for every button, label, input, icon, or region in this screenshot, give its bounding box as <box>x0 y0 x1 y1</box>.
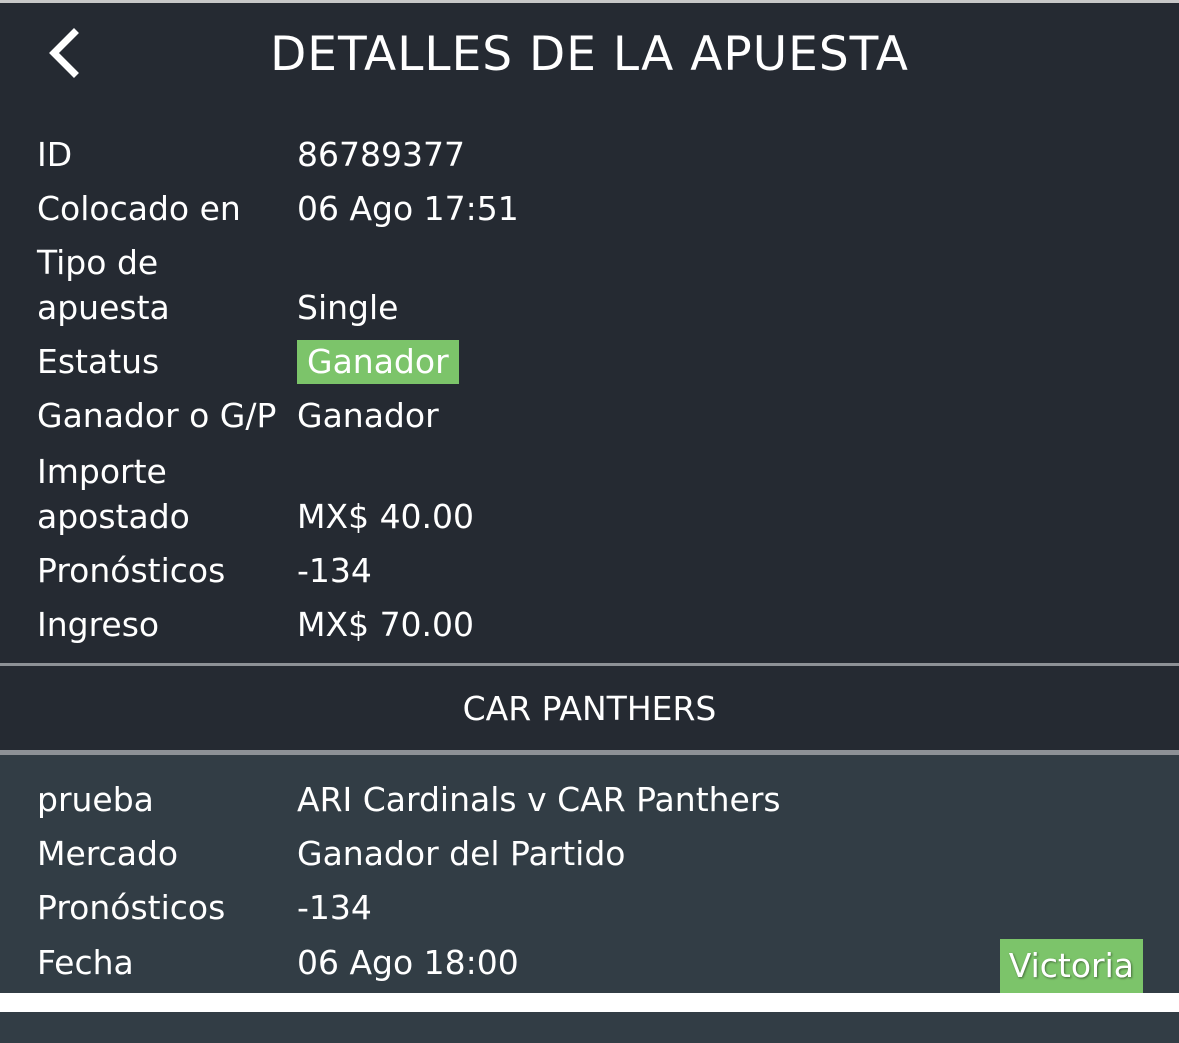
market-value: Ganador del Partido <box>297 834 626 873</box>
type-label-line2: apuesta <box>37 288 170 327</box>
type-value: Single <box>297 288 399 327</box>
selection-odds-label: Pronósticos <box>37 888 226 927</box>
bet-details-panel: DETALLES DE LA APUESTA ID 86789377 Coloc… <box>0 3 1179 663</box>
id-label: ID <box>37 135 73 174</box>
placed-value: 06 Ago 17:51 <box>297 189 519 228</box>
stake-label-line1: Importe <box>37 452 167 491</box>
stake-value: MX$ 40.00 <box>297 497 475 536</box>
spacer <box>0 993 1179 1012</box>
selection-odds-value: -134 <box>297 888 372 927</box>
event-value: ARI Cardinals v CAR Panthers <box>297 780 781 819</box>
placed-label: Colocado en <box>37 189 241 228</box>
date-value: 06 Ago 18:00 <box>297 943 519 982</box>
status-badge-wrap: Ganador <box>297 339 459 384</box>
result-label: Ganador o G/P <box>37 396 277 435</box>
status-label: Estatus <box>37 342 160 381</box>
return-value: MX$ 70.00 <box>297 605 475 644</box>
event-label: prueba <box>37 780 154 819</box>
return-label: Ingreso <box>37 605 160 644</box>
next-panel-edge <box>0 1012 1179 1043</box>
market-label: Mercado <box>37 834 179 873</box>
odds-value: -134 <box>297 551 372 590</box>
stake-label-line2: apostado <box>37 497 190 536</box>
odds-label: Pronósticos <box>37 551 226 590</box>
type-label-line1: Tipo de <box>37 243 159 282</box>
result-badge: Victoria <box>999 939 1143 993</box>
id-value: 86789377 <box>297 135 465 174</box>
status-badge: Ganador <box>297 340 459 384</box>
selection-heading: CAR PANTHERS <box>0 666 1179 750</box>
page-title: DETALLES DE LA APUESTA <box>270 27 909 82</box>
selection-details-panel: prueba ARI Cardinals v CAR Panthers Merc… <box>0 755 1179 993</box>
result-value: Ganador <box>297 396 439 435</box>
date-label: Fecha <box>37 943 134 982</box>
